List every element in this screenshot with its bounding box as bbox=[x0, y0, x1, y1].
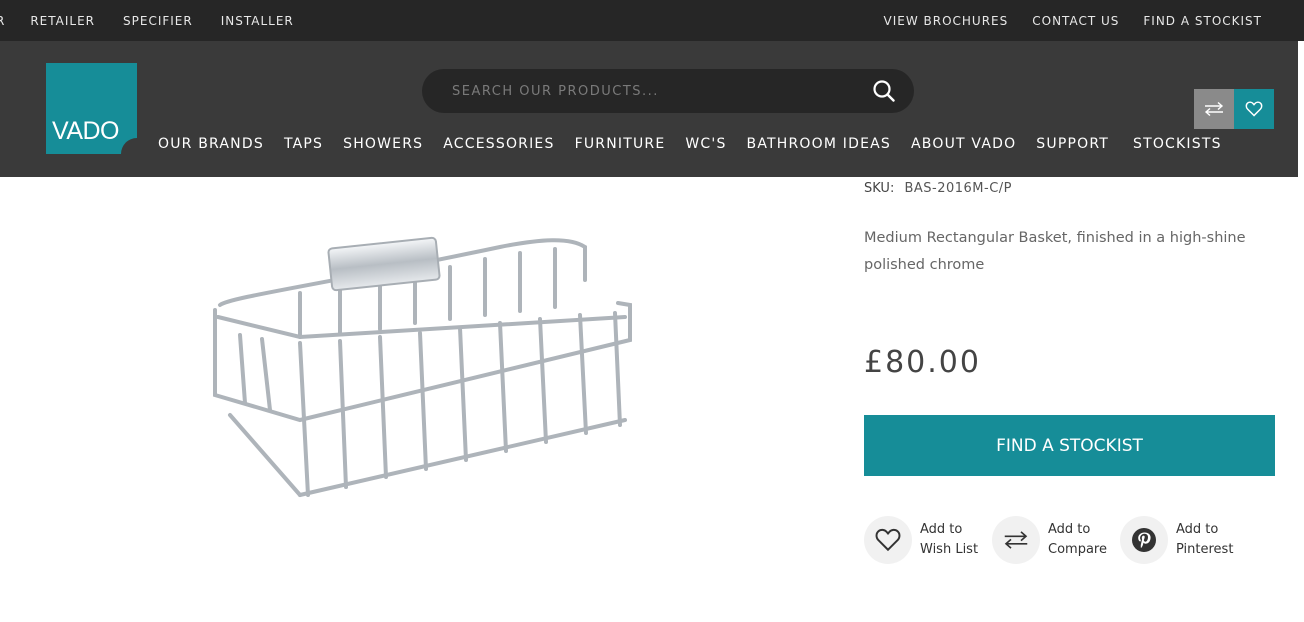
product-price: £80.00 bbox=[864, 345, 981, 380]
nav-taps[interactable]: TAPS bbox=[284, 136, 323, 152]
audience-links: R RETAILER SPECIFIER INSTALLER bbox=[0, 0, 322, 41]
product-sku: SKU: BAS-2016M-C/P bbox=[864, 181, 1012, 196]
add-to-compare-button[interactable]: Add to Compare bbox=[992, 516, 1107, 564]
compare-label-line2: Compare bbox=[1048, 542, 1107, 557]
pinterest-icon bbox=[1132, 528, 1156, 552]
pinterest-label-line1: Add to bbox=[1176, 522, 1219, 537]
compare-label: Add to Compare bbox=[1048, 520, 1107, 560]
wishlist-circle bbox=[864, 516, 912, 564]
nav-furniture[interactable]: FURNITURE bbox=[575, 136, 666, 152]
nav-accessories[interactable]: ACCESSORIES bbox=[443, 136, 554, 152]
pinterest-label: Add to Pinterest bbox=[1176, 520, 1233, 560]
compare-arrows-icon bbox=[1004, 531, 1028, 549]
nav-stockists[interactable]: STOCKISTS bbox=[1133, 136, 1222, 152]
vado-logo[interactable]: VADO bbox=[46, 63, 137, 154]
topbar-link-specifier[interactable]: SPECIFIER bbox=[123, 14, 193, 28]
find-a-stockist-button[interactable]: FIND A STOCKIST bbox=[864, 415, 1275, 476]
topbar-link-retailer[interactable]: RETAILER bbox=[30, 14, 95, 28]
heart-icon bbox=[875, 528, 901, 552]
pinterest-circle bbox=[1120, 516, 1168, 564]
heart-icon bbox=[1245, 101, 1263, 117]
nav-about-vado[interactable]: ABOUT VADO bbox=[911, 136, 1016, 152]
search-input[interactable] bbox=[452, 69, 862, 113]
add-to-wishlist-button[interactable]: Add to Wish List bbox=[864, 516, 978, 564]
product-image bbox=[200, 225, 660, 515]
nav-showers[interactable]: SHOWERS bbox=[343, 136, 423, 152]
header-compare-button[interactable] bbox=[1194, 89, 1234, 129]
topbar-link-find-a-stockist[interactable]: FIND A STOCKIST bbox=[1143, 14, 1262, 28]
sku-value: BAS-2016M-C/P bbox=[904, 181, 1013, 196]
logo-text: VADO bbox=[52, 117, 120, 145]
nav-our-brands[interactable]: OUR BRANDS bbox=[158, 136, 264, 152]
nav-bathroom-ideas[interactable]: BATHROOM IDEAS bbox=[747, 136, 892, 152]
compare-label-line1: Add to bbox=[1048, 522, 1091, 537]
nav-wcs[interactable]: WC'S bbox=[685, 136, 726, 152]
header-wishlist-button[interactable] bbox=[1234, 89, 1274, 129]
add-to-pinterest-button[interactable]: Add to Pinterest bbox=[1120, 516, 1233, 564]
search-bar bbox=[422, 69, 914, 113]
compare-circle bbox=[992, 516, 1040, 564]
wishlist-label: Add to Wish List bbox=[920, 520, 978, 560]
main-navigation: OUR BRANDS TAPS SHOWERS ACCESSORIES FURN… bbox=[158, 133, 1242, 155]
compare-arrows-icon bbox=[1204, 101, 1224, 117]
sku-label: SKU: bbox=[864, 181, 895, 196]
main-header: VADO OUR BRANDS TAPS SHOWERS ACCESSORIES… bbox=[0, 41, 1304, 177]
top-utility-bar: R RETAILER SPECIFIER INSTALLER VIEW BROC… bbox=[0, 0, 1304, 41]
product-description: Medium Rectangular Basket, finished in a… bbox=[864, 230, 1246, 273]
topbar-link-cut[interactable]: R bbox=[0, 14, 5, 28]
nav-support[interactable]: SUPPORT bbox=[1036, 136, 1109, 152]
header-right-edge bbox=[1298, 41, 1304, 177]
topbar-link-installer[interactable]: INSTALLER bbox=[221, 14, 294, 28]
utility-links: VIEW BROCHURES CONTACT US FIND A STOCKIS… bbox=[860, 0, 1263, 41]
search-icon[interactable] bbox=[872, 79, 896, 103]
wishlist-label-line2: Wish List bbox=[920, 542, 979, 557]
product-actions: Add to Wish List Add to Compare Add to P… bbox=[864, 516, 1248, 564]
pinterest-label-line2: Pinterest bbox=[1176, 542, 1234, 557]
topbar-link-contact-us[interactable]: CONTACT US bbox=[1032, 14, 1119, 28]
wishlist-label-line1: Add to bbox=[920, 522, 963, 537]
topbar-link-view-brochures[interactable]: VIEW BROCHURES bbox=[884, 14, 1009, 28]
